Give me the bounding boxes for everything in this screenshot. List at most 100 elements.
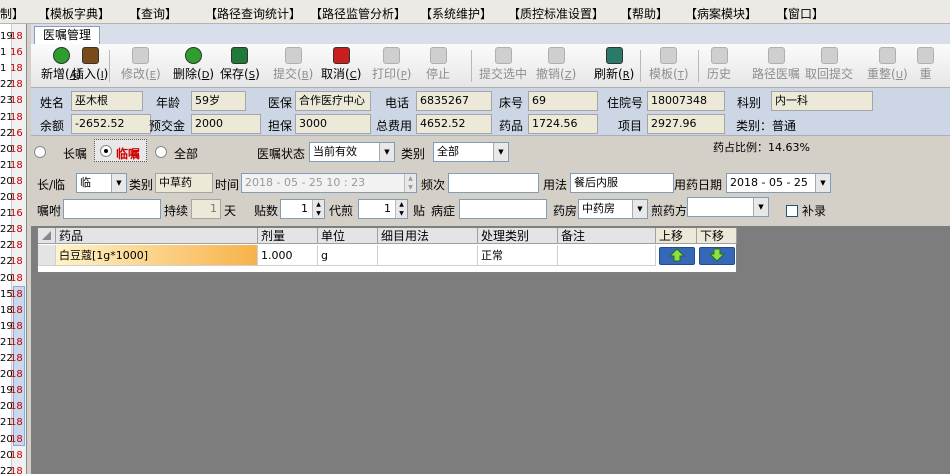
retrieve-button[interactable]: 取回提交 xyxy=(805,47,853,82)
decoct-spinner-icon[interactable]: ▲ ▼ xyxy=(395,200,407,218)
longtemp-select[interactable]: 临 ▼ xyxy=(76,173,127,193)
revoke-button[interactable]: 撤销(Z) xyxy=(536,47,576,82)
insert-button[interactable]: 插入(I) xyxy=(72,47,108,82)
freq-label: 频次 xyxy=(421,178,446,192)
submit-button[interactable]: 提交(B) xyxy=(273,47,313,82)
strip-row-number: 20 xyxy=(0,143,13,155)
chevron-down-icon[interactable]: ▼ xyxy=(493,143,508,161)
save-icon xyxy=(231,47,249,64)
grid-header-drug[interactable]: 药品 xyxy=(56,228,258,244)
edit-button[interactable]: 修改(E) xyxy=(121,47,161,82)
template-button[interactable]: 模板(T) xyxy=(649,47,689,82)
supplement-checkbox[interactable] xyxy=(786,205,798,217)
pathway-order-button[interactable]: 路径医嘱 xyxy=(752,47,800,82)
all-orders-radio[interactable] xyxy=(155,146,167,158)
menu-item-9[interactable]: 【窗口】 xyxy=(776,5,824,22)
cell-dose[interactable]: 1.000 xyxy=(258,245,318,266)
temp-order-label[interactable]: 临嘱 xyxy=(116,145,140,162)
grid-header-note[interactable]: 备注 xyxy=(558,228,656,244)
cat-label: 类别 xyxy=(129,178,154,192)
menu-item-7[interactable]: 【帮助】 xyxy=(620,5,668,22)
toolbar-shortcut: S xyxy=(248,70,256,81)
cell-note[interactable] xyxy=(558,245,656,266)
supplement-label[interactable]: 补录 xyxy=(802,202,826,219)
phone-label: 电话 xyxy=(385,96,410,110)
menu-item-3[interactable]: 【路径查询统计】 xyxy=(205,5,301,22)
type-select[interactable]: 全部 ▼ xyxy=(433,142,509,162)
date-label: 用药日期 xyxy=(674,178,723,192)
grid-header-unit[interactable]: 单位 xyxy=(318,228,378,244)
cell-usage[interactable] xyxy=(378,245,478,266)
more-icon xyxy=(917,47,934,64)
time-picker[interactable]: 2018 - 05 - 25 10 : 23 ▲ ▼ xyxy=(241,173,417,193)
time-spinner-icon[interactable]: ▲ ▼ xyxy=(404,174,416,192)
decoct-stepper[interactable]: 1 ▲ ▼ xyxy=(358,199,408,219)
save-button[interactable]: 保存(S) xyxy=(220,47,260,82)
usage-input[interactable]: 餐后内服 xyxy=(570,173,674,193)
chevron-down-icon[interactable]: ▼ xyxy=(815,174,830,192)
freq-input[interactable] xyxy=(448,173,539,193)
menu-item-0[interactable]: 制】 xyxy=(0,5,24,22)
menu-item-2[interactable]: 【查询】 xyxy=(129,5,177,22)
decoction-select[interactable]: ▼ xyxy=(687,197,769,217)
date-picker[interactable]: 2018 - 05 - 25 ▼ xyxy=(726,173,831,193)
strip-row-marker: 18 xyxy=(10,465,23,474)
move-up-button[interactable] xyxy=(659,247,695,265)
decoct-label: 代煎 xyxy=(329,204,354,218)
bed-field: 69 xyxy=(528,91,598,111)
long-order-label[interactable]: 长嘱 xyxy=(63,145,87,162)
toolbar-label: 路径医嘱 xyxy=(752,67,801,81)
menu-item-4[interactable]: 【路径监管分析】 xyxy=(310,5,406,22)
cell-unit[interactable]: g xyxy=(318,245,378,266)
grid-header-process[interactable]: 处理类别 xyxy=(478,228,558,244)
pharmacy-select[interactable]: 中药房 ▼ xyxy=(578,199,648,219)
print-button[interactable]: 打印(P) xyxy=(372,47,411,82)
doses-stepper[interactable]: 1 ▲ ▼ xyxy=(280,199,325,219)
chevron-down-icon[interactable]: ▼ xyxy=(111,174,126,192)
refresh-icon xyxy=(605,47,623,64)
chevron-down-icon[interactable]: ▼ xyxy=(379,143,394,161)
temp-order-option[interactable]: 临嘱 xyxy=(94,139,147,162)
menu-item-8[interactable]: 【病案模块】 xyxy=(685,5,757,22)
chevron-down-icon[interactable]: ▼ xyxy=(753,198,768,216)
menu-item-1[interactable]: 【模板字典】 xyxy=(38,5,110,22)
menu-item-6[interactable]: 【质控标准设置】 xyxy=(508,5,604,22)
tab-order-management[interactable]: 医嘱管理 xyxy=(34,26,101,44)
move-down-button[interactable] xyxy=(699,247,735,265)
history-button[interactable]: 历史 xyxy=(707,47,731,82)
menu-item-5[interactable]: 【系统维护】 xyxy=(420,5,492,22)
order-status-select[interactable]: 当前有效 ▼ xyxy=(309,142,395,162)
undo-button[interactable]: 取消(C) xyxy=(321,47,361,82)
strip-row-number: 22 xyxy=(0,224,13,236)
doses-spinner-icon[interactable]: ▲ ▼ xyxy=(312,200,324,218)
row-indicator[interactable] xyxy=(38,245,56,266)
refresh-button[interactable]: 刷新(R) xyxy=(594,47,634,82)
reorganize-button[interactable]: 重整(U) xyxy=(867,47,908,82)
strip-row-number: 20 xyxy=(0,369,13,381)
cell-drug[interactable]: 白豆蔻[1g*1000] xyxy=(56,245,258,266)
submit-selected-button[interactable]: 提交选中 xyxy=(479,47,527,82)
order-status-label: 医嘱状态 xyxy=(257,147,306,161)
strip-row-marker: 18 xyxy=(10,320,23,332)
disease-input[interactable] xyxy=(459,199,547,219)
main-area: 医嘱管理 新增(A) 插入(I) 修改(E) 删除(D) 保存(S) 提交(B) 取消(C)… xyxy=(31,24,950,474)
retrieve-icon xyxy=(820,47,838,64)
strip-row-number: 20 xyxy=(0,272,13,284)
grid-header-usage[interactable]: 细目用法 xyxy=(378,228,478,244)
long-order-radio[interactable] xyxy=(34,146,46,158)
chevron-down-icon[interactable]: ▼ xyxy=(632,200,647,218)
minus-button[interactable]: 删除(D) xyxy=(173,47,214,82)
cell-process[interactable]: 正常 xyxy=(478,245,558,266)
temp-order-radio[interactable] xyxy=(100,145,112,157)
more-button[interactable]: 重 xyxy=(917,47,934,82)
strip-row-number: 22 xyxy=(0,465,13,474)
strip-row-number: 20 xyxy=(0,401,13,413)
grid-header-dose[interactable]: 剂量 xyxy=(258,228,318,244)
stop-button[interactable]: 停止 xyxy=(426,47,450,82)
arrow-down-icon xyxy=(708,248,726,262)
strip-row-number: 23 xyxy=(0,95,13,107)
strip-row-number: 22 xyxy=(0,127,13,139)
toolbar-shortcut: E xyxy=(149,70,157,81)
all-orders-label[interactable]: 全部 xyxy=(174,145,198,162)
advice-input[interactable] xyxy=(63,199,161,219)
